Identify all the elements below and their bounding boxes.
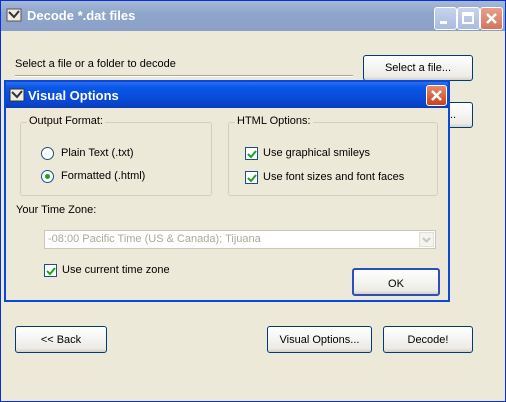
radio-plain-text[interactable] — [41, 147, 54, 160]
dropdown-arrow-button[interactable] — [419, 232, 434, 247]
output-format-legend: Output Format: — [27, 115, 105, 127]
output-format-group: Output Format: Plain Text (.txt) Formatt… — [20, 115, 212, 196]
dialog-titlebar[interactable]: Visual Options — [6, 82, 448, 108]
checkmark-icon — [247, 150, 257, 159]
radio-formatted-html-label[interactable]: Formatted (.html) — [61, 170, 145, 182]
dialog-close-button[interactable] — [426, 85, 447, 106]
dialog-title: Visual Options — [28, 88, 119, 103]
minimize-icon — [440, 21, 447, 24]
close-icon — [431, 90, 442, 101]
back-button[interactable]: << Back — [15, 326, 107, 353]
checkmark-icon — [46, 267, 56, 276]
checkmark-icon — [247, 174, 257, 183]
minimize-button[interactable] — [434, 7, 457, 30]
visual-options-button[interactable]: Visual Options... — [267, 326, 372, 353]
select-prompt-label: Select a file or a folder to decode — [15, 58, 176, 70]
checkbox-use-current-timezone-label[interactable]: Use current time zone — [62, 264, 170, 276]
ok-button[interactable]: OK — [352, 268, 440, 296]
checkbox-font-sizes-label[interactable]: Use font sizes and font faces — [263, 171, 404, 183]
decode-button[interactable]: Decode! — [383, 326, 473, 353]
timezone-select-value: -08:00 Pacific Time (US & Canada); Tijua… — [48, 233, 261, 245]
html-options-legend: HTML Options: — [235, 115, 313, 127]
maximize-icon — [462, 12, 474, 24]
separator — [15, 75, 353, 77]
checkbox-use-current-timezone[interactable] — [44, 264, 57, 277]
visual-options-dialog: Visual Options Output Format: Plain Text… — [4, 80, 450, 302]
select-file-button[interactable]: Select a file... — [363, 55, 473, 81]
checkbox-font-sizes[interactable] — [245, 171, 258, 184]
main-close-button[interactable] — [480, 7, 503, 30]
checkbox-graphical-smileys[interactable] — [245, 147, 258, 160]
close-icon — [486, 13, 497, 24]
checkbox-graphical-smileys-label[interactable]: Use graphical smileys — [263, 147, 370, 159]
radio-plain-text-label[interactable]: Plain Text (.txt) — [61, 147, 134, 159]
main-window-title: Decode *.dat files — [27, 8, 136, 23]
radio-formatted-html[interactable] — [41, 170, 54, 183]
main-titlebar[interactable]: Decode *.dat files — [1, 1, 505, 31]
html-options-group: HTML Options: Use graphical smileys Use … — [228, 115, 438, 196]
maximize-button[interactable] — [457, 7, 480, 30]
app-icon — [6, 8, 22, 22]
timezone-select[interactable]: -08:00 Pacific Time (US & Canada); Tijua… — [44, 230, 436, 249]
app-icon — [9, 88, 25, 102]
chevron-down-icon — [422, 237, 431, 243]
timezone-label: Your Time Zone: — [16, 204, 97, 216]
